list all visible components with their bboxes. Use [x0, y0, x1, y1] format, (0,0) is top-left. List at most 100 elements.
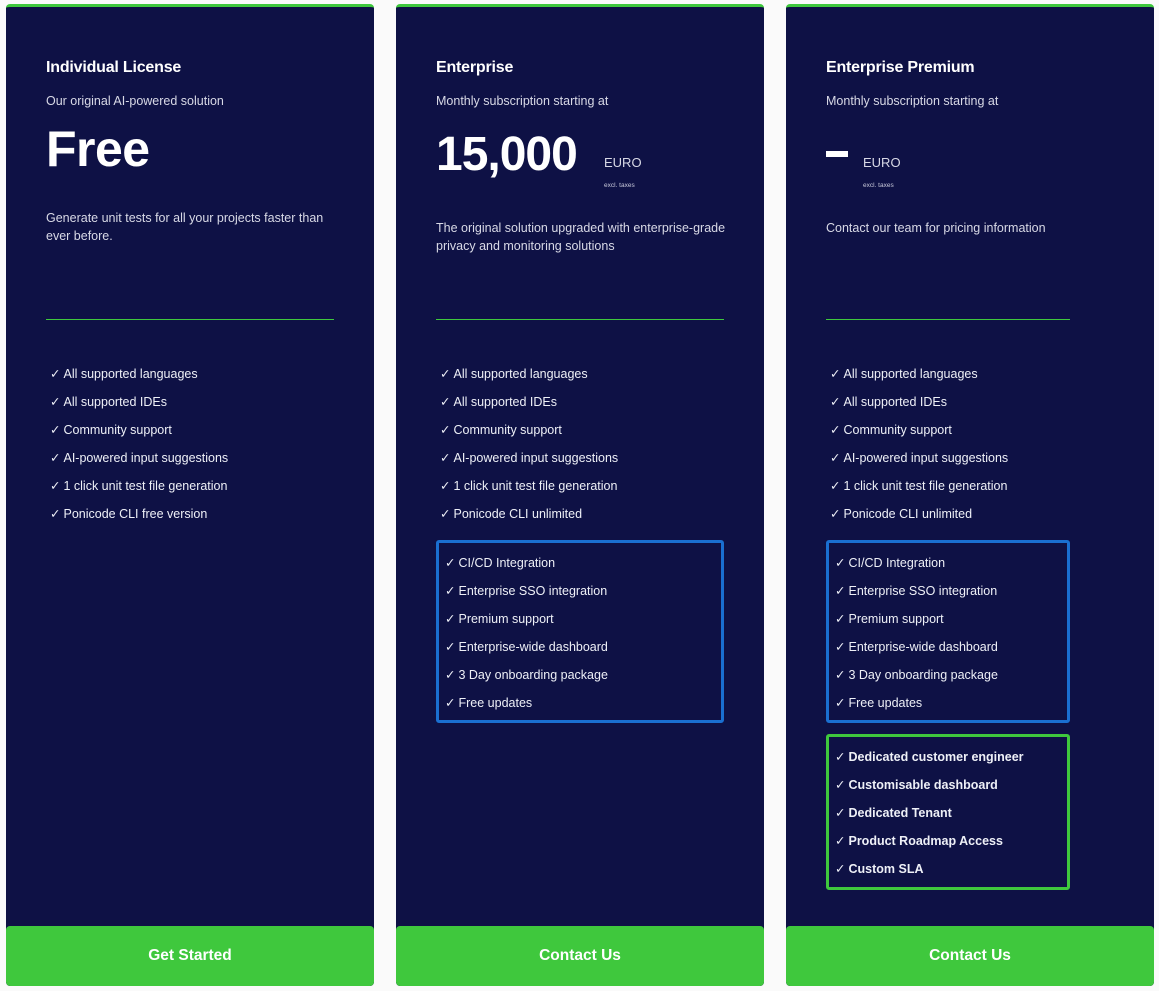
check-icon: ✓ [445, 696, 456, 710]
check-icon: ✓ [835, 556, 846, 570]
contact-us-button[interactable]: Contact Us [396, 926, 764, 986]
check-icon: ✓ [445, 612, 456, 626]
feature-list: ✓ All supported languages ✓ All supported … [830, 364, 1008, 532]
get-started-button[interactable]: Get Started [6, 926, 374, 986]
check-icon: ✓ [830, 367, 841, 381]
feature-item: ✓ All supported IDEs [50, 395, 168, 409]
check-icon: ✓ [835, 696, 846, 710]
check-icon: ✓ [50, 423, 61, 437]
divider [826, 319, 1070, 320]
divider [46, 319, 334, 320]
plan-description: Contact our team for pricing information [826, 221, 1046, 235]
enterprise-feature-box: ✓ CI/CD Integration ✓ Enterprise SSO integ… [436, 540, 724, 723]
check-icon: ✓ [830, 507, 841, 521]
feature-item: ✓ Community support [830, 423, 952, 437]
check-icon: ✓ [440, 423, 451, 437]
check-icon: ✓ [830, 451, 841, 465]
check-icon: ✓ [835, 640, 846, 654]
feature-item: ✓ AI-powered input suggestions [830, 451, 1009, 465]
check-icon: ✓ [830, 479, 841, 493]
feature-item: ✓ Free updates [835, 696, 923, 710]
plan-card-individual: Individual License Our original AI-power… [6, 4, 374, 986]
check-icon: ✓ [440, 507, 451, 521]
plan-price: 15,000 [436, 128, 578, 181]
feature-item: ✓ 1 click unit test file generation [50, 479, 228, 493]
taxes-note: excl. taxes [604, 182, 635, 189]
feature-item: ✓ All supported languages [440, 367, 588, 381]
check-icon: ✓ [445, 668, 456, 682]
check-icon: ✓ [835, 584, 846, 598]
feature-item: ✓ Free updates [445, 696, 533, 710]
feature-item: ✓ Premium support [445, 612, 554, 626]
feature-item: ✓ 3 Day onboarding package [445, 668, 608, 682]
enterprise-feature-box: ✓ CI/CD Integration ✓ Enterprise SSO integ… [826, 540, 1070, 723]
feature-item: ✓ Ponicode CLI unlimited [830, 507, 973, 521]
check-icon: ✓ [440, 451, 451, 465]
check-icon: ✓ [835, 834, 846, 848]
plan-card-enterprise-premium: Enterprise Premium Monthly subscription … [786, 4, 1154, 986]
feature-item: ✓ All supported IDEs [830, 395, 948, 409]
feature-item: ✓ Ponicode CLI free version [50, 507, 208, 521]
check-icon: ✓ [830, 395, 841, 409]
feature-item: ✓ All supported languages [830, 367, 978, 381]
feature-item: ✓ Customisable dashboard [835, 778, 998, 792]
plan-subtitle: Monthly subscription starting at [436, 94, 609, 108]
check-icon: ✓ [835, 668, 846, 682]
check-icon: ✓ [440, 479, 451, 493]
feature-list: ✓ All supported languages ✓ All supported … [50, 364, 228, 532]
feature-item: ✓ Custom SLA [835, 862, 924, 876]
taxes-note: excl. taxes [863, 182, 894, 189]
feature-item: ✓ Dedicated customer engineer [835, 750, 1024, 764]
feature-item: ✓ Enterprise SSO integration [445, 584, 608, 598]
feature-item: ✓ AI-powered input suggestions [50, 451, 229, 465]
check-icon: ✓ [835, 862, 846, 876]
feature-item: ✓ Enterprise-wide dashboard [445, 640, 608, 654]
feature-item: ✓ 3 Day onboarding package [835, 668, 998, 682]
feature-item: ✓ Enterprise SSO integration [835, 584, 998, 598]
contact-us-button[interactable]: Contact Us [786, 926, 1154, 986]
check-icon: ✓ [50, 507, 61, 521]
check-icon: ✓ [830, 423, 841, 437]
divider [436, 319, 724, 320]
plan-title: Enterprise Premium [826, 59, 975, 76]
plan-subtitle: Monthly subscription starting at [826, 94, 999, 108]
feature-item: ✓ 1 click unit test file generation [440, 479, 618, 493]
feature-item: ✓ Ponicode CLI unlimited [440, 507, 583, 521]
check-icon: ✓ [835, 612, 846, 626]
plan-description: The original solution upgraded with ente… [436, 221, 726, 253]
check-icon: ✓ [50, 451, 61, 465]
plan-description: Generate unit tests for all your project… [46, 211, 324, 243]
plan-card-enterprise: Enterprise Monthly subscription starting… [396, 4, 764, 986]
check-icon: ✓ [445, 640, 456, 654]
feature-item: ✓ Community support [50, 423, 172, 437]
feature-item: ✓ All supported languages [50, 367, 198, 381]
feature-list: ✓ All supported languages ✓ All supported … [440, 364, 618, 532]
feature-item: ✓ All supported IDEs [440, 395, 558, 409]
check-icon: ✓ [440, 395, 451, 409]
check-icon: ✓ [835, 778, 846, 792]
check-icon: ✓ [440, 367, 451, 381]
check-icon: ✓ [835, 750, 846, 764]
plan-price: Free [46, 121, 150, 177]
check-icon: ✓ [835, 806, 846, 820]
currency-label: EURO [604, 155, 642, 170]
plan-title: Enterprise [436, 59, 514, 76]
feature-item: ✓ Product Roadmap Access [835, 834, 1003, 848]
feature-item: ✓ CI/CD Integration [835, 556, 946, 570]
plan-title: Individual License [46, 59, 182, 76]
check-icon: ✓ [445, 584, 456, 598]
enterprise-feature-list: ✓ CI/CD Integration ✓ Enterprise SSO integ… [445, 553, 721, 721]
feature-item: ✓ CI/CD Integration [445, 556, 556, 570]
check-icon: ✓ [50, 479, 61, 493]
feature-item: ✓ Premium support [835, 612, 944, 626]
plan-price-dash [826, 151, 848, 157]
feature-item: ✓ AI-powered input suggestions [440, 451, 619, 465]
check-icon: ✓ [445, 556, 456, 570]
feature-item: ✓ Enterprise-wide dashboard [835, 640, 998, 654]
plan-subtitle: Our original AI-powered solution [46, 94, 224, 108]
feature-item: ✓ Dedicated Tenant [835, 806, 952, 820]
check-icon: ✓ [50, 367, 61, 381]
premium-feature-list: ✓ Dedicated customer engineer ✓ Customisab… [835, 747, 1067, 887]
check-icon: ✓ [50, 395, 61, 409]
enterprise-feature-list: ✓ CI/CD Integration ✓ Enterprise SSO integ… [835, 553, 1067, 721]
